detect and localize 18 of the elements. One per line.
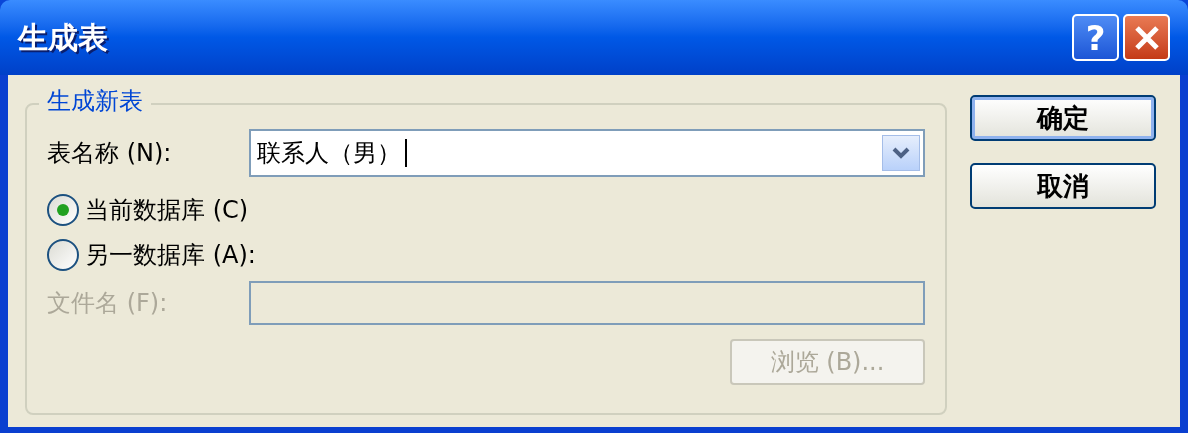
dropdown-button[interactable] bbox=[882, 135, 920, 171]
close-icon bbox=[1133, 24, 1160, 51]
field-value: 联系人（男） bbox=[257, 138, 401, 169]
window-title: 生成表 bbox=[18, 19, 109, 57]
dialog-button[interactable]: 取消 bbox=[970, 163, 1156, 209]
help-button[interactable]: ? bbox=[1072, 14, 1119, 61]
field-label: 表名称 (N): bbox=[47, 138, 173, 169]
radio-label: 当前数据库 (C) bbox=[85, 194, 249, 226]
radio-button[interactable] bbox=[47, 238, 79, 271]
dialog-button[interactable]: 确定 bbox=[970, 95, 1156, 141]
field-label: 文件名 (F): bbox=[47, 288, 169, 319]
text-cursor bbox=[405, 139, 407, 167]
close-button[interactable] bbox=[1123, 14, 1170, 61]
radio-button[interactable] bbox=[47, 193, 79, 226]
file-name-field[interactable] bbox=[249, 281, 925, 325]
table-name-combo[interactable]: 联系人（男） bbox=[249, 129, 925, 177]
radio-label: 另一数据库 (A): bbox=[85, 239, 256, 271]
chevron-down-icon bbox=[892, 147, 910, 159]
